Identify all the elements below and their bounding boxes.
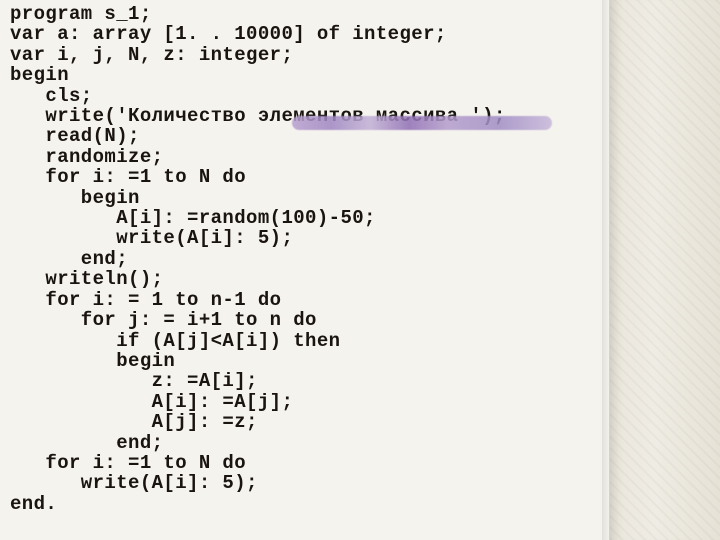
highlight-marker — [292, 116, 552, 130]
paper-texture-sidebar — [609, 0, 720, 540]
source-code: program s_1; var a: array [1. . 10000] o… — [10, 4, 610, 514]
code-block: program s_1; var a: array [1. . 10000] o… — [10, 4, 610, 514]
